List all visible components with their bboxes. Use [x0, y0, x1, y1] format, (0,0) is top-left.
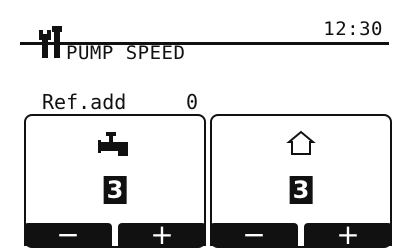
faucet-icon: [98, 132, 128, 156]
ref-add-value: 0: [186, 90, 199, 114]
ref-add-label: Ref.add: [42, 90, 127, 114]
hot-water-decrease-button[interactable]: −: [24, 221, 112, 249]
clock-time: 12:30: [323, 18, 383, 40]
house-icon: [286, 130, 316, 155]
pump-speed-screen: PUMP SPEED 12:30 Ref.add 0 3 3 − + − +: [0, 0, 395, 249]
hot-water-speed-value[interactable]: 3: [103, 176, 127, 204]
heating-speed-value[interactable]: 3: [289, 176, 313, 204]
heating-decrease-button[interactable]: −: [210, 221, 298, 249]
hot-water-increase-button[interactable]: +: [118, 221, 206, 249]
heating-increase-button[interactable]: +: [304, 221, 392, 249]
page-title: PUMP SPEED: [66, 42, 186, 64]
